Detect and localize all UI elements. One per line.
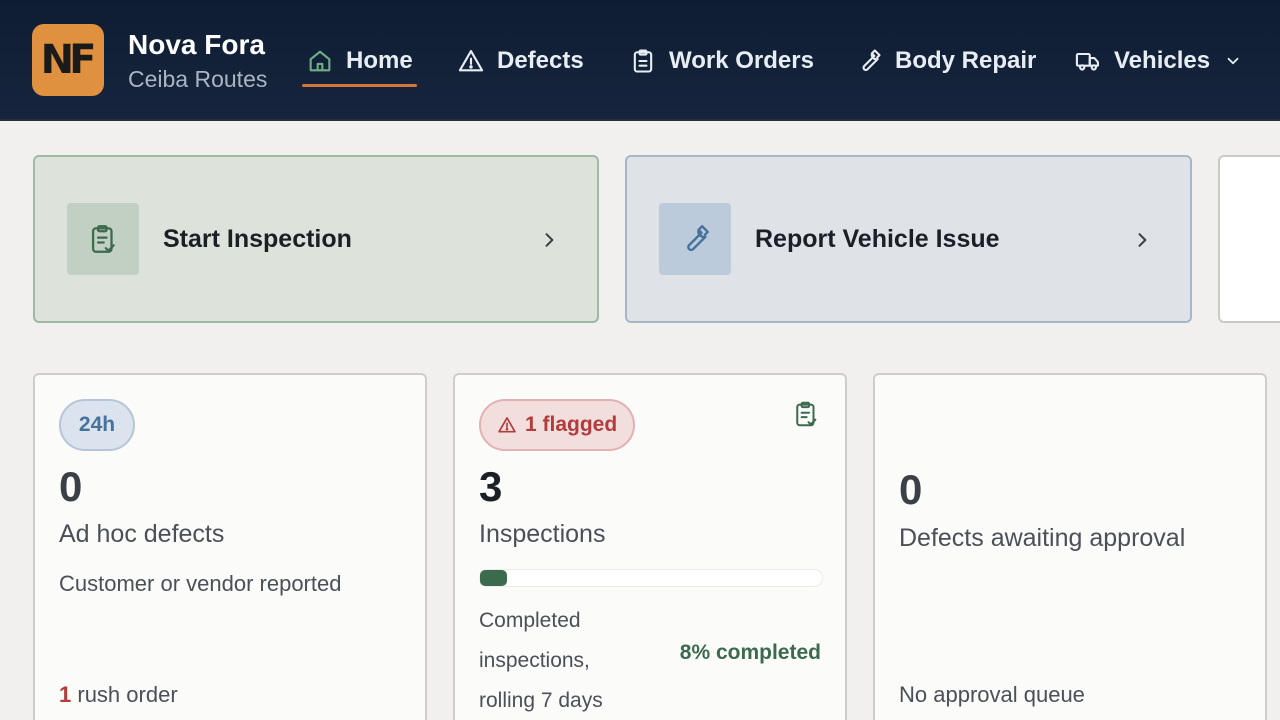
logo-text: NF	[40, 37, 97, 83]
report-vehicle-issue-card[interactable]: Report Vehicle Issue	[625, 155, 1192, 323]
report-issue-icon-box	[659, 203, 731, 275]
inspections-progress-bar	[479, 569, 823, 587]
warning-triangle-icon	[458, 50, 484, 72]
awaiting-approval-label: Defects awaiting approval	[899, 524, 1186, 552]
adhoc-defects-count: 0	[59, 463, 83, 510]
chevron-right-icon	[1138, 233, 1147, 247]
rush-order-label: rush order	[77, 682, 178, 707]
inspections-description: Completed inspections, rolling 7 days	[479, 609, 603, 712]
rush-order-text: 1 rush order	[59, 682, 178, 708]
nav-body-repair-label: Body Repair	[895, 47, 1037, 74]
clipboard-icon	[633, 49, 653, 73]
adhoc-defects-subtitle: Customer or vendor reported	[59, 571, 342, 596]
brand-subtitle: Ceiba Routes	[128, 66, 268, 92]
nav-defects[interactable]: Defects	[457, 44, 584, 78]
nav-defects-label: Defects	[497, 47, 584, 74]
start-inspection-card[interactable]: Start Inspection	[33, 155, 599, 323]
nav-home[interactable]: Home	[302, 44, 417, 87]
action-card-partial[interactable]	[1218, 155, 1280, 323]
report-vehicle-issue-label: Report Vehicle Issue	[755, 225, 1000, 253]
flagged-badge: 1 flagged	[479, 399, 636, 451]
truck-icon	[1075, 52, 1099, 71]
adhoc-defects-card[interactable]: 24h 0 Ad hoc defects Customer or vendor …	[33, 373, 427, 720]
time-window-label: 24h	[78, 413, 116, 436]
brand-logo[interactable]: NF	[32, 24, 104, 96]
home-icon	[309, 50, 331, 72]
inspections-progress-fill	[480, 570, 508, 586]
nav-work-orders-label: Work Orders	[669, 47, 814, 74]
wrench-icon	[687, 225, 709, 252]
start-inspection-label: Start Inspection	[163, 225, 352, 253]
inspections-card[interactable]: 1 flagged 3 Inspections Completed inspec…	[453, 373, 847, 720]
chevron-down-icon	[1227, 57, 1239, 65]
approval-queue-status: No approval queue	[899, 682, 1085, 707]
wrench-icon	[862, 49, 881, 71]
warning-triangle-icon	[498, 417, 516, 433]
active-tab-indicator	[302, 84, 417, 87]
adhoc-defects-label: Ad hoc defects	[59, 520, 225, 548]
inspections-percent-completed: 8% completed	[679, 641, 821, 664]
nav-body-repair[interactable]: Body Repair	[855, 44, 1036, 78]
nav-vehicles-label: Vehicles	[1114, 47, 1211, 74]
top-navigation-bar: NF Nova Fora Ceiba Routes Home Defects W…	[0, 0, 1280, 121]
brand-name: Nova Fora	[128, 29, 265, 60]
nav-work-orders[interactable]: Work Orders	[629, 44, 814, 78]
flagged-label: 1 flagged	[525, 413, 618, 436]
nav-home-label: Home	[346, 47, 413, 74]
inspections-label: Inspections	[479, 520, 606, 548]
clipboard-check-icon	[796, 401, 817, 427]
start-inspection-icon-box	[67, 203, 139, 275]
awaiting-approval-count: 0	[899, 466, 923, 513]
nav-vehicles[interactable]: Vehicles	[1074, 44, 1242, 78]
time-window-badge: 24h	[59, 399, 135, 451]
defects-awaiting-approval-card[interactable]: 0 Defects awaiting approval No approval …	[873, 373, 1267, 720]
chevron-right-icon	[545, 233, 554, 247]
rush-order-count: 1	[59, 682, 72, 707]
inspections-count: 3	[479, 463, 503, 510]
clipboard-check-icon	[91, 225, 115, 253]
